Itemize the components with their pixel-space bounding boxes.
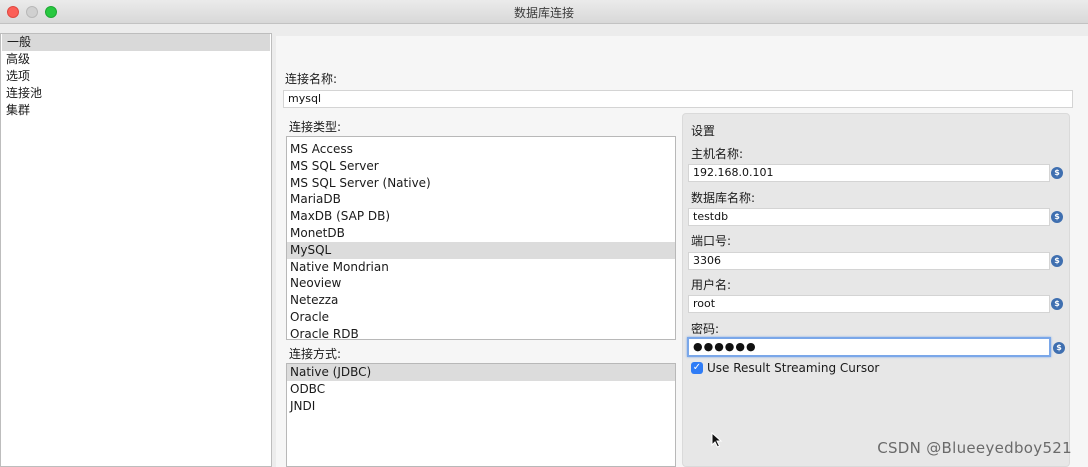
- host-label: 主机名称:: [691, 147, 744, 161]
- settings-title: 设置: [691, 124, 716, 138]
- streaming-label: Use Result Streaming Cursor: [707, 361, 880, 375]
- list-item[interactable]: MaxDB (SAP DB): [287, 208, 675, 225]
- access-label: 连接方式:: [289, 347, 342, 361]
- list-item[interactable]: MS SQL Server (Native): [287, 175, 675, 192]
- list-item[interactable]: Oracle: [287, 309, 675, 326]
- list-item[interactable]: MS SQL Server: [287, 158, 675, 175]
- password-input[interactable]: ●●●●●●: [687, 337, 1051, 357]
- window-title: 数据库连接: [513, 6, 574, 20]
- connection-type-label: 连接类型:: [289, 120, 342, 134]
- list-item[interactable]: JNDI: [287, 398, 675, 415]
- port-label: 端口号:: [691, 234, 732, 248]
- watermark: CSDN @Blueeyedboy521: [877, 439, 1072, 457]
- access-list[interactable]: Native (JDBC) ODBC JNDI: [286, 363, 676, 467]
- variable-icon[interactable]: $: [1051, 298, 1063, 310]
- nav-item-advanced[interactable]: 高级: [1, 51, 271, 68]
- password-label: 密码:: [691, 322, 720, 336]
- list-item[interactable]: MS Access: [287, 141, 675, 158]
- nav-item-cluster[interactable]: 集群: [1, 102, 271, 119]
- connection-type-list[interactable]: MS Access MS SQL Server MS SQL Server (N…: [286, 136, 676, 340]
- host-input[interactable]: 192.168.0.101: [688, 164, 1050, 182]
- mouse-cursor: [711, 431, 723, 451]
- nav-item-general[interactable]: 一般: [2, 34, 270, 51]
- connection-name-label: 连接名称:: [285, 72, 338, 86]
- list-item-selected[interactable]: Native (JDBC): [287, 364, 675, 381]
- list-item[interactable]: Oracle RDB: [287, 326, 675, 339]
- nav-item-pooling[interactable]: 连接池: [1, 85, 271, 102]
- nav-item-options[interactable]: 选项: [1, 68, 271, 85]
- database-input[interactable]: testdb: [688, 208, 1050, 226]
- variable-icon[interactable]: $: [1051, 255, 1063, 267]
- username-label: 用户名:: [691, 278, 732, 292]
- username-input[interactable]: root: [688, 295, 1050, 313]
- database-label: 数据库名称:: [691, 191, 756, 205]
- variable-icon[interactable]: $: [1053, 342, 1065, 354]
- variable-icon[interactable]: $: [1051, 167, 1063, 179]
- connection-name-input[interactable]: mysql: [283, 90, 1073, 108]
- list-item[interactable]: Netezza: [287, 292, 675, 309]
- variable-icon[interactable]: $: [1051, 211, 1063, 223]
- settings-nav: 一般 高级 选项 连接池 集群: [0, 33, 272, 467]
- streaming-checkbox[interactable]: ✓: [691, 362, 703, 374]
- title-bar: 数据库连接: [0, 0, 1088, 24]
- list-item[interactable]: Neoview: [287, 275, 675, 292]
- list-item[interactable]: MariaDB: [287, 191, 675, 208]
- list-item[interactable]: MonetDB: [287, 225, 675, 242]
- port-input[interactable]: 3306: [688, 252, 1050, 270]
- list-item-selected[interactable]: MySQL: [287, 241, 675, 259]
- list-item[interactable]: ODBC: [287, 381, 675, 398]
- list-item[interactable]: Native Mondrian: [287, 259, 675, 276]
